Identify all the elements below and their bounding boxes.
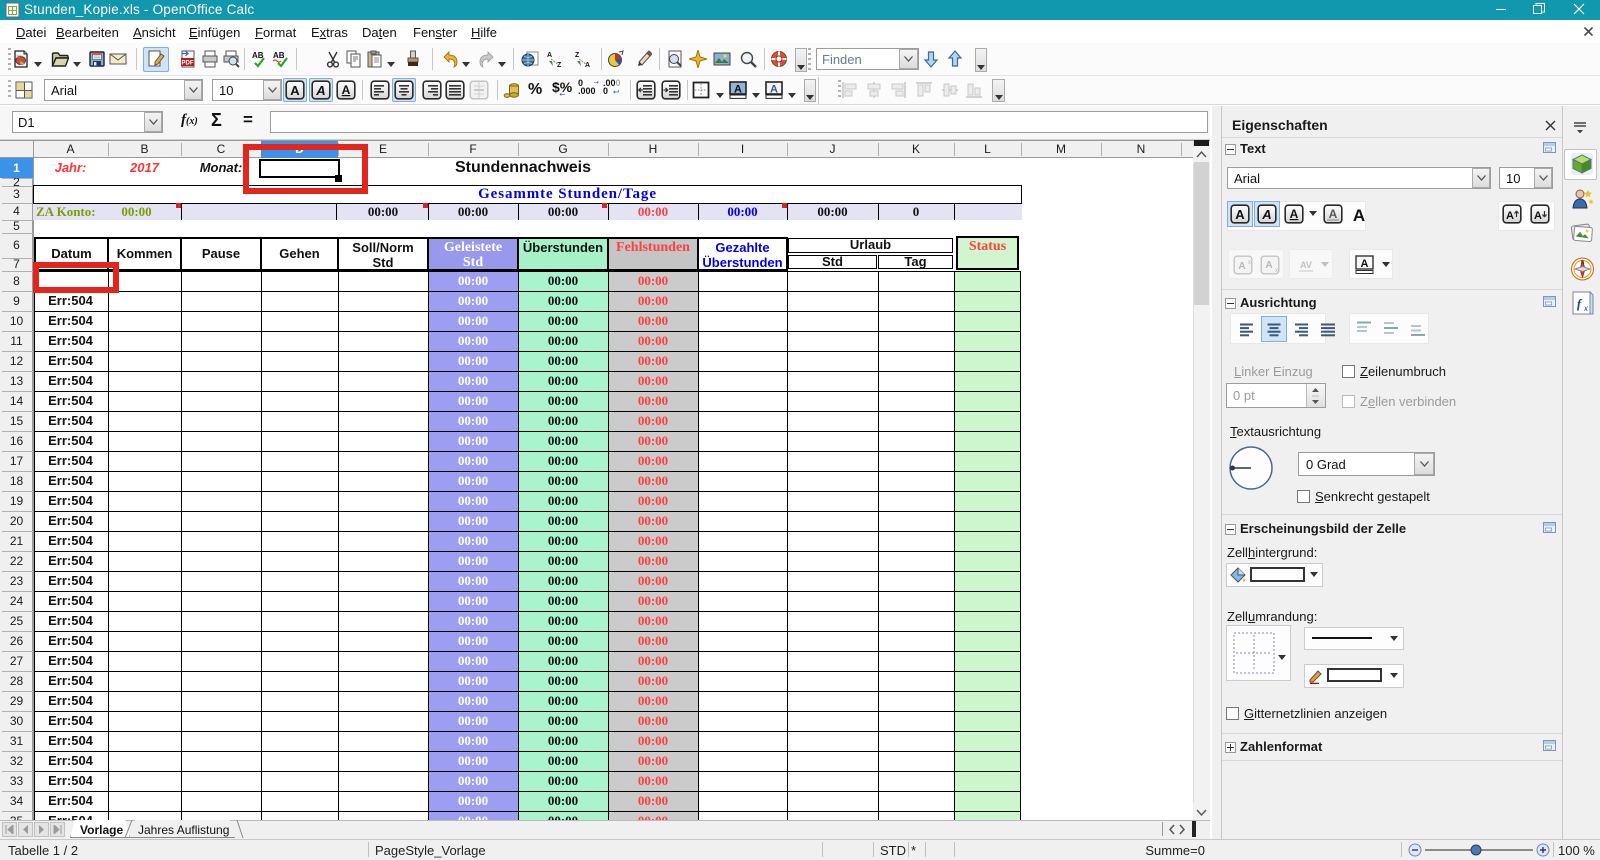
svg-text:A: A: [315, 83, 325, 98]
svg-text:Z: Z: [557, 62, 562, 68]
svg-text:A: A: [734, 84, 742, 96]
svg-text:N: N: [1581, 260, 1585, 266]
svg-text:A: A: [1353, 206, 1365, 225]
svg-text:A: A: [290, 83, 300, 98]
svg-text:A: A: [547, 52, 552, 59]
svg-text:A: A: [1506, 210, 1514, 222]
svg-text:A: A: [1238, 261, 1245, 272]
svg-text:x: x: [1275, 268, 1278, 274]
svg-text:A: A: [585, 62, 590, 68]
svg-text:A: A: [1534, 210, 1542, 222]
svg-text:AB: AB: [252, 51, 264, 60]
svg-text:A: A: [1329, 207, 1338, 221]
svg-text:A: A: [1261, 207, 1271, 222]
svg-text:A: A: [770, 84, 778, 96]
svg-text:PDF: PDF: [182, 61, 194, 67]
svg-text:AB: AB: [273, 51, 285, 60]
svg-text:A: A: [1361, 258, 1369, 270]
svg-text:A: A: [1265, 260, 1272, 271]
svg-text:A: A: [1290, 207, 1299, 221]
svg-text:AV: AV: [1300, 260, 1312, 270]
svg-text:A: A: [1235, 207, 1245, 222]
svg-text:x: x: [1248, 260, 1251, 266]
svg-text:A: A: [342, 83, 351, 97]
svg-text:Z: Z: [575, 52, 580, 59]
